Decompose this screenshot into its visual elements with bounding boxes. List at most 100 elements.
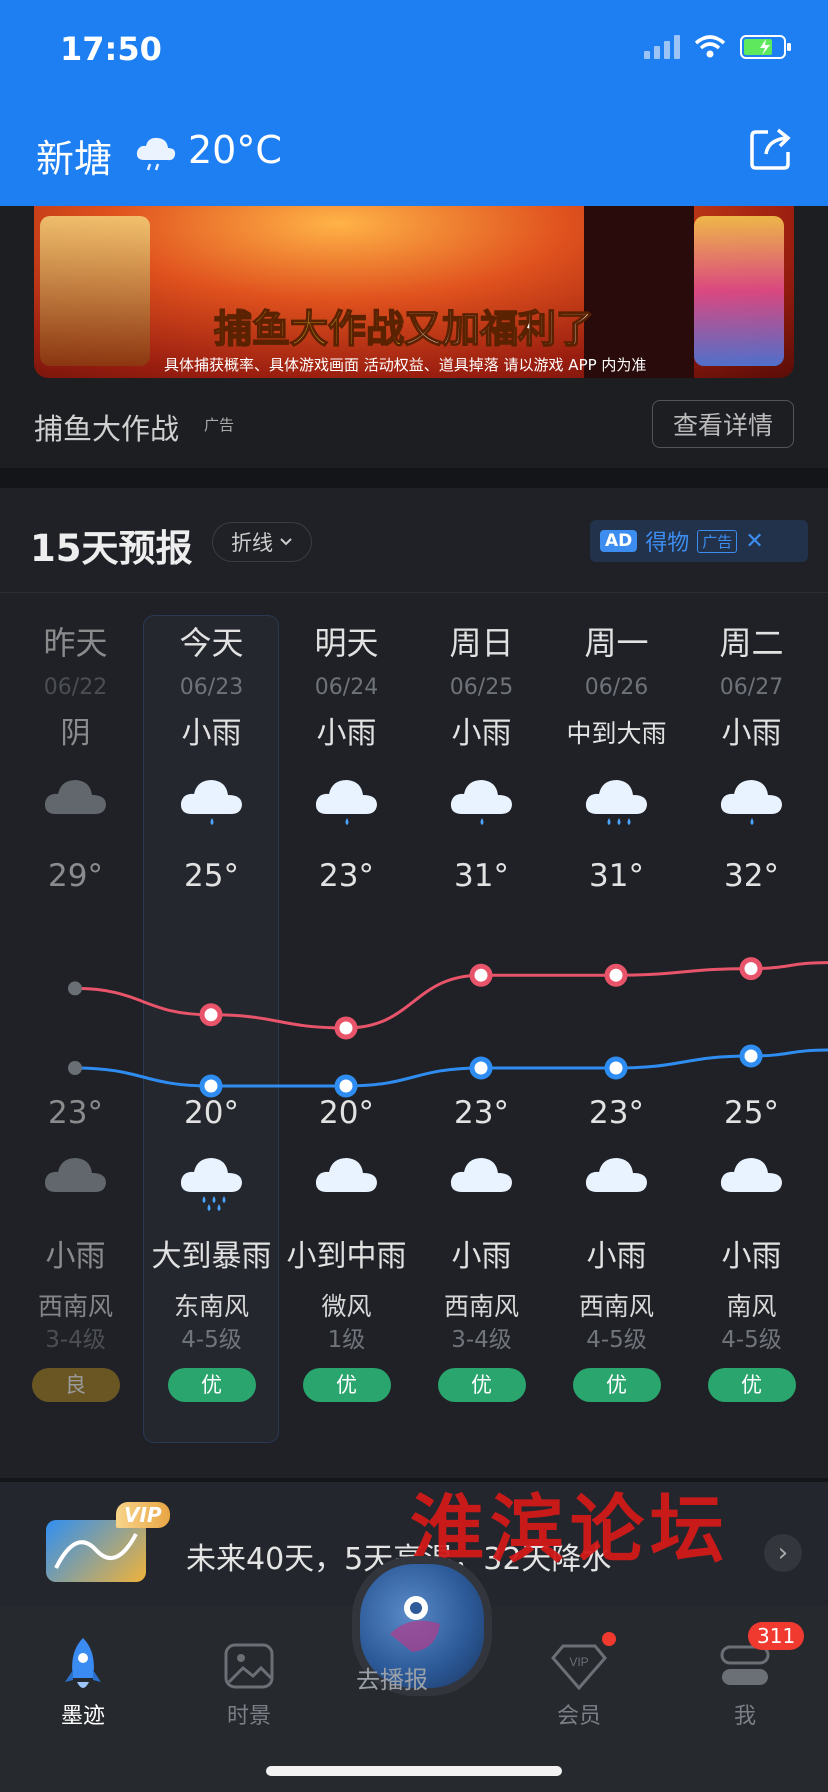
close-icon[interactable]: ✕: [745, 529, 763, 554]
status-icons: [644, 34, 792, 60]
low-temp-point: [739, 1044, 763, 1068]
tab-label: 时景: [226, 1704, 271, 1729]
day-name: 明天: [314, 624, 379, 662]
rain-cloud-icon: [315, 1158, 377, 1192]
forecast-night: 23° 小雨 西南风 4-5级优: [549, 1088, 684, 1402]
rain-cloud-icon: [450, 1158, 512, 1192]
low-temp-point: [604, 1056, 628, 1080]
vip-badge: VIP: [116, 1502, 170, 1528]
current-temperature: 20°C: [188, 128, 282, 172]
wind-level: 3-4级: [45, 1327, 106, 1353]
night-condition: 小雨: [451, 1239, 512, 1274]
forecast-night: 20° 小到中雨 微风 1级优: [279, 1088, 414, 1402]
high-temp: 31°: [589, 858, 644, 894]
day-condition: 小雨: [721, 716, 782, 751]
high-temp: 25°: [184, 858, 239, 894]
night-condition: 小雨: [45, 1239, 106, 1274]
day-name: 今天: [179, 624, 244, 662]
trend-chart-icon: [46, 1520, 146, 1582]
broadcast-label: 去播报: [356, 1666, 428, 1694]
day-name: 周一: [584, 624, 649, 662]
rain-cloud-icon: [585, 1158, 647, 1192]
day-condition: 小雨: [316, 716, 377, 751]
location-header: 新塘 20°C: [0, 100, 828, 206]
day-name: 周二: [719, 624, 784, 662]
chart-mode-dropdown[interactable]: 折线: [212, 522, 312, 562]
wind-level: 1级: [327, 1327, 366, 1353]
battery-icon: [740, 35, 791, 59]
high-temp-point: [739, 957, 763, 981]
day-date: 06/23: [179, 675, 244, 700]
low-temp-point: [199, 1074, 223, 1098]
aqi-badge[interactable]: 优: [572, 1368, 661, 1402]
low-temp-point: [469, 1056, 493, 1080]
rain-cloud-icon: [450, 780, 512, 825]
night-condition: 小雨: [586, 1239, 647, 1274]
forecast-title: 15天预报: [30, 527, 193, 570]
status-time: 17:50: [60, 30, 162, 68]
forecast-day[interactable]: 明天 06/24 小雨 23°: [279, 618, 414, 904]
day-date: 06/22: [43, 675, 108, 700]
forecast-day[interactable]: 周日 06/25 小雨 31°: [414, 618, 549, 904]
watermark: 淮滨论坛: [410, 1487, 730, 1573]
chevron-right-icon[interactable]: ›: [764, 1534, 802, 1572]
forecast-night: 23° 小雨 西南风 3-4级良: [8, 1088, 143, 1402]
tab-scenes[interactable]: 时景: [194, 1634, 304, 1730]
day-date: 06/25: [449, 675, 514, 700]
wind-level: 4-5级: [586, 1327, 647, 1353]
rain-cloud-icon: [720, 1158, 782, 1192]
rain-cloud-icon: [315, 780, 377, 825]
wind-direction: 西南风: [443, 1292, 519, 1321]
share-icon[interactable]: [748, 126, 794, 172]
forecast-header: 15天预报 折线 AD 得物 广告 ✕: [0, 488, 828, 593]
high-temp-point: [199, 1003, 223, 1027]
low-temp-point: [334, 1074, 358, 1098]
forecast-day[interactable]: 周二 06/27 小雨 32°: [684, 618, 819, 904]
high-temp: 29°: [48, 858, 103, 894]
aqi-badge[interactable]: 优: [167, 1368, 256, 1402]
temperature-line-chart: [68, 957, 828, 1098]
day-condition: 小雨: [181, 716, 242, 751]
notification-dot: [602, 1632, 616, 1646]
ad-badge: AD: [600, 530, 638, 552]
ad-title[interactable]: 捕鱼大作战: [34, 406, 179, 448]
rain-cloud-icon: [136, 137, 176, 171]
high-temp: 32°: [724, 858, 779, 894]
night-condition: 小雨: [721, 1239, 782, 1274]
day-name: 昨天: [43, 624, 108, 662]
low-temp-line: [74, 1048, 828, 1088]
ad-headline: 捕鱼大作战又加福利了: [213, 298, 595, 353]
high-temp-point: [604, 963, 628, 987]
tab-membership[interactable]: VIP 会员: [524, 1634, 634, 1730]
tab-label: 我: [733, 1704, 756, 1729]
ad-fine-print: 具体捕获概率、具体游戏画面 活动权益、道具掉落 请以游戏 APP 内为准: [164, 356, 647, 374]
day-condition: 小雨: [451, 716, 512, 751]
day-date: 06/26: [584, 675, 649, 700]
ad-game-ui-right: [694, 216, 784, 366]
wifi-icon: [694, 35, 726, 58]
wind-direction: 西南风: [37, 1292, 113, 1321]
rain-cloud-icon: [44, 1158, 106, 1192]
tab-moji[interactable]: 墨迹: [28, 1634, 138, 1730]
signal-icon: [644, 35, 680, 59]
ad-banner-image[interactable]: 捕鱼大作战又加福利了 具体捕获概率、具体游戏画面 活动权益、道具掉落 请以游戏 …: [34, 206, 794, 378]
status-bar: 17:50: [0, 0, 828, 100]
high-temp-line: [74, 961, 828, 1030]
tab-label: 会员: [556, 1704, 601, 1729]
wind-direction: 南风: [726, 1292, 777, 1321]
city-name[interactable]: 新塘: [36, 128, 112, 183]
forecast-day[interactable]: 周一 06/26 中到大雨 31°: [549, 618, 684, 904]
forecast-day[interactable]: 昨天 06/22 阴 29°: [8, 618, 143, 904]
day-name: 周日: [449, 624, 514, 662]
aqi-badge[interactable]: 优: [437, 1368, 526, 1402]
view-details-button[interactable]: 查看详情: [652, 400, 794, 448]
aqi-badge[interactable]: 优: [302, 1368, 391, 1402]
forecast-day[interactable]: 今天 06/23 小雨 25°: [144, 618, 279, 904]
aqi-badge[interactable]: 优: [707, 1368, 796, 1402]
cloudy-icon: [44, 780, 106, 814]
sponsor-ad[interactable]: AD 得物 广告 ✕: [590, 520, 808, 562]
aqi-badge[interactable]: 良: [31, 1368, 120, 1402]
day-condition: 阴: [60, 716, 91, 751]
sponsor-ad-tag: 广告: [697, 529, 738, 553]
forecast-night: 23° 小雨 西南风 3-4级优: [414, 1088, 549, 1402]
